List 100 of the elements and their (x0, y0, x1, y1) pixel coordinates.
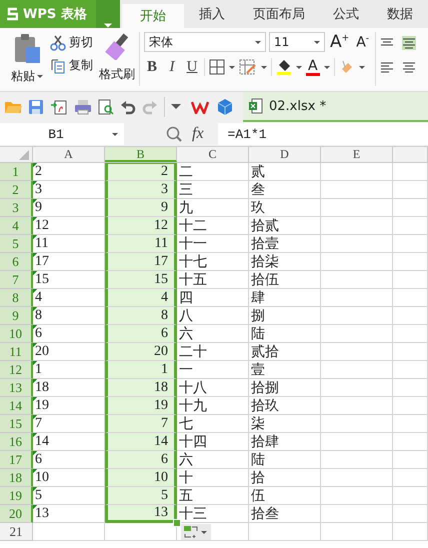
caret-icon[interactable] (261, 66, 267, 68)
table-cell: 十四 (177, 433, 249, 451)
column-header[interactable]: B (105, 147, 177, 162)
caret-icon[interactable] (171, 104, 181, 110)
ribbon-tab[interactable]: 数据 (374, 0, 426, 28)
row-header[interactable]: 19 (0, 487, 33, 505)
format-painter-button[interactable]: 格式刷 (99, 32, 135, 83)
table-cell: 十三 (177, 505, 249, 523)
cube-icon[interactable] (217, 98, 233, 116)
clipboard-icon[interactable] (12, 32, 42, 64)
table-cell (393, 217, 428, 235)
copy-icon (50, 58, 66, 74)
paste-options-button[interactable] (181, 524, 211, 540)
document-tab[interactable]: 02.xlsx * (243, 92, 428, 122)
caret-icon[interactable] (112, 132, 118, 136)
table-cell: 10 (33, 469, 105, 487)
name-box[interactable]: B1 (0, 123, 124, 145)
caret-icon[interactable] (358, 66, 365, 68)
table-cell: 12 (105, 217, 177, 235)
row-header[interactable]: 3 (0, 199, 33, 217)
row-header[interactable]: 20 (0, 505, 33, 523)
fill-handle[interactable] (173, 519, 181, 527)
row-header[interactable]: 18 (0, 469, 33, 487)
caret-icon[interactable] (255, 40, 261, 44)
ribbon-tab[interactable]: 页面布局 (240, 0, 318, 28)
shrink-font-button[interactable]: A$^{-}$ (354, 34, 372, 50)
table-cell: 7 (33, 415, 105, 433)
column-header[interactable]: E (321, 147, 393, 162)
search-icon[interactable] (166, 126, 182, 142)
table-cell (321, 181, 393, 199)
table-cell (393, 235, 428, 253)
ribbon-tab[interactable]: 公式 (320, 0, 372, 28)
borders-icon[interactable] (209, 59, 225, 75)
font-color-button[interactable]: A (306, 58, 320, 76)
caret-icon[interactable] (314, 40, 320, 44)
row-header[interactable]: 17 (0, 451, 33, 469)
column-header[interactable]: C (177, 147, 249, 162)
ribbon-tab[interactable]: 开始 (122, 4, 184, 28)
row-header[interactable]: 11 (0, 343, 33, 361)
table-cell: 贰拾 (249, 343, 321, 361)
align-left-icon[interactable] (380, 60, 394, 74)
undo-icon[interactable] (120, 99, 136, 115)
bold-button[interactable]: B (144, 58, 160, 76)
table-cell (393, 271, 428, 289)
spreadsheet-file-icon (249, 98, 263, 114)
caret-icon[interactable] (324, 66, 330, 68)
row-header[interactable]: 9 (0, 307, 33, 325)
row-header[interactable]: 16 (0, 433, 33, 451)
underline-button[interactable]: U (184, 58, 200, 76)
export-pdf-icon[interactable] (50, 99, 68, 115)
row-header[interactable]: 1 (0, 163, 33, 181)
table-cell: 五 (177, 487, 249, 505)
copy-button[interactable]: 复制 (50, 57, 93, 74)
table-cell: 4 (33, 289, 105, 307)
row-header[interactable]: 8 (0, 289, 33, 307)
grid-pen-icon[interactable] (239, 59, 257, 75)
table-cell (393, 199, 428, 217)
align-middle-icon[interactable] (402, 36, 416, 50)
caret-icon[interactable] (229, 66, 235, 68)
font-name-field[interactable]: 宋体 (144, 32, 266, 52)
cut-button[interactable]: 剪切 (50, 34, 93, 51)
save-icon[interactable] (28, 99, 44, 115)
row-header[interactable]: 10 (0, 325, 33, 343)
printer-icon[interactable] (74, 99, 92, 115)
row-header[interactable]: 13 (0, 379, 33, 397)
font-size-field[interactable]: 11 (269, 32, 325, 52)
paste-button[interactable]: 粘贴 (11, 68, 43, 85)
caret-icon[interactable] (37, 75, 43, 78)
table-cell: 17 (33, 253, 105, 271)
row-header[interactable]: 4 (0, 217, 33, 235)
row-header[interactable]: 5 (0, 235, 33, 253)
insert-function-button[interactable]: fx (192, 125, 204, 143)
table-cell: 6 (105, 451, 177, 469)
fill-bucket-icon[interactable] (276, 58, 292, 76)
table-cell (321, 235, 393, 253)
row-header[interactable]: 6 (0, 253, 33, 271)
align-center-icon[interactable] (402, 60, 416, 74)
table-cell: 七 (177, 415, 249, 433)
row-header[interactable]: 15 (0, 415, 33, 433)
table-cell: 15 (105, 271, 177, 289)
row-header[interactable]: 21 (0, 523, 33, 541)
caret-icon[interactable] (96, 0, 120, 28)
formula-field[interactable]: =A1*1 (218, 123, 428, 145)
table-cell: 捌 (249, 307, 321, 325)
italic-button[interactable]: I (164, 58, 180, 76)
row-header[interactable]: 14 (0, 397, 33, 415)
corner-triangle-icon (19, 150, 29, 160)
table-cell: 拾捌 (249, 379, 321, 397)
print-preview-icon[interactable] (98, 99, 114, 115)
caret-icon[interactable] (296, 66, 302, 68)
row-header[interactable]: 12 (0, 361, 33, 379)
row-header[interactable]: 2 (0, 181, 33, 199)
table-cell: 3 (33, 181, 105, 199)
grow-font-button[interactable]: A$^{+}$ (328, 32, 352, 52)
table-cell (393, 307, 428, 325)
row-header[interactable]: 7 (0, 271, 33, 289)
ribbon-tab[interactable]: 插入 (186, 0, 238, 28)
wps-logo-icon[interactable] (191, 100, 209, 114)
column-header[interactable]: D (249, 147, 321, 162)
table-cell: 九 (177, 199, 249, 217)
